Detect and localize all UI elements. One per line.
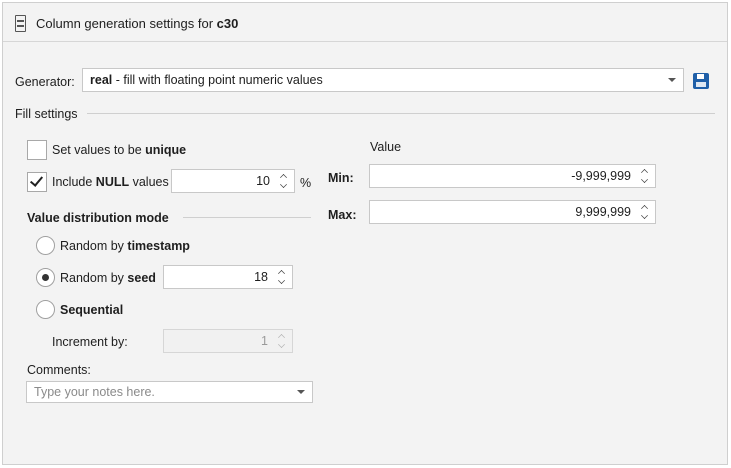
random-seed-prefix: Random by	[60, 271, 124, 285]
spin-up-icon	[278, 334, 285, 341]
seed-value: 18	[254, 270, 268, 284]
radio-random-timestamp[interactable]	[36, 236, 55, 255]
seed-spinner[interactable]: 18	[163, 265, 293, 289]
max-label: Max:	[328, 208, 357, 222]
null-percent-spin-buttons[interactable]	[278, 172, 290, 190]
generator-label: Generator:	[15, 75, 75, 89]
include-null-label: Include NULL values	[52, 175, 169, 189]
spin-down-icon	[278, 341, 285, 348]
spin-down-icon[interactable]	[641, 176, 648, 183]
checkmark-icon	[29, 173, 44, 187]
spin-up-icon[interactable]	[641, 205, 648, 212]
increment-value: 1	[261, 334, 268, 348]
null-percent-spinner[interactable]: 10	[171, 169, 295, 193]
comments-label: Comments:	[27, 363, 91, 377]
null-percent-value: 10	[256, 174, 270, 188]
unique-checkbox[interactable]	[27, 140, 47, 160]
seed-spin-buttons[interactable]	[276, 268, 288, 286]
spin-down-icon[interactable]	[278, 277, 285, 284]
spin-up-icon[interactable]	[641, 169, 648, 176]
min-spin-buttons[interactable]	[639, 167, 651, 185]
generator-select[interactable]: real - fill with floating point numeric …	[82, 68, 684, 92]
chevron-down-icon[interactable]	[297, 390, 305, 394]
chevron-down-icon	[668, 78, 676, 82]
random-timestamp-bold: timestamp	[127, 239, 190, 253]
column-settings-panel: Column generation settings for c30 Gener…	[2, 2, 728, 465]
fill-settings-divider	[87, 113, 715, 114]
comments-placeholder: Type your notes here.	[34, 385, 155, 399]
radio-sequential[interactable]	[36, 300, 55, 319]
comments-input[interactable]: Type your notes here.	[26, 381, 313, 403]
unique-label-bold: unique	[145, 143, 187, 157]
save-icon[interactable]	[693, 73, 709, 89]
value-section-label: Value	[370, 140, 402, 154]
generator-select-value: real - fill with floating point numeric …	[90, 73, 323, 87]
title-prefix: Column generation settings for	[36, 16, 214, 31]
generator-type-description: - fill with floating point numeric value…	[112, 73, 323, 87]
sequential-label: Sequential	[60, 303, 123, 317]
include-null-bold: NULL	[95, 175, 130, 189]
panel-header: Column generation settings for c30	[3, 3, 727, 42]
unique-label: Set values to be unique	[52, 143, 186, 157]
random-timestamp-label: Random by timestamp	[60, 239, 190, 253]
fill-settings-label: Fill settings	[15, 107, 78, 121]
increment-label: Increment by:	[52, 335, 128, 349]
spin-down-icon[interactable]	[280, 181, 287, 188]
include-null-checkbox[interactable]	[27, 172, 47, 192]
max-spin-buttons[interactable]	[639, 203, 651, 221]
column-name: c30	[216, 16, 239, 31]
random-seed-label: Random by seed	[60, 271, 156, 285]
column-icon	[15, 15, 26, 32]
generator-type-name: real	[90, 73, 113, 87]
min-value: -9,999,999	[571, 169, 631, 183]
panel-title: Column generation settings for c30	[36, 16, 238, 31]
increment-spinner: 1	[163, 329, 293, 353]
radio-random-seed[interactable]	[36, 268, 55, 287]
max-value-spinner[interactable]: 9,999,999	[369, 200, 656, 224]
sequential-bold: Sequential	[60, 303, 124, 317]
random-seed-bold: seed	[127, 271, 156, 285]
radio-selected-dot	[42, 274, 49, 281]
random-timestamp-prefix: Random by	[60, 239, 124, 253]
percent-unit: %	[300, 176, 312, 190]
distribution-mode-label: Value distribution mode	[27, 211, 169, 225]
min-value-spinner[interactable]: -9,999,999	[369, 164, 656, 188]
increment-spin-buttons	[276, 332, 288, 350]
max-value: 9,999,999	[575, 205, 631, 219]
include-null-suffix: values	[132, 175, 169, 189]
unique-label-prefix: Set values to be	[52, 143, 142, 157]
distribution-divider	[183, 217, 311, 218]
include-null-prefix: Include	[52, 175, 93, 189]
spin-down-icon[interactable]	[641, 212, 648, 219]
spin-up-icon[interactable]	[278, 270, 285, 277]
min-label: Min:	[328, 171, 354, 185]
spin-up-icon[interactable]	[280, 174, 287, 181]
